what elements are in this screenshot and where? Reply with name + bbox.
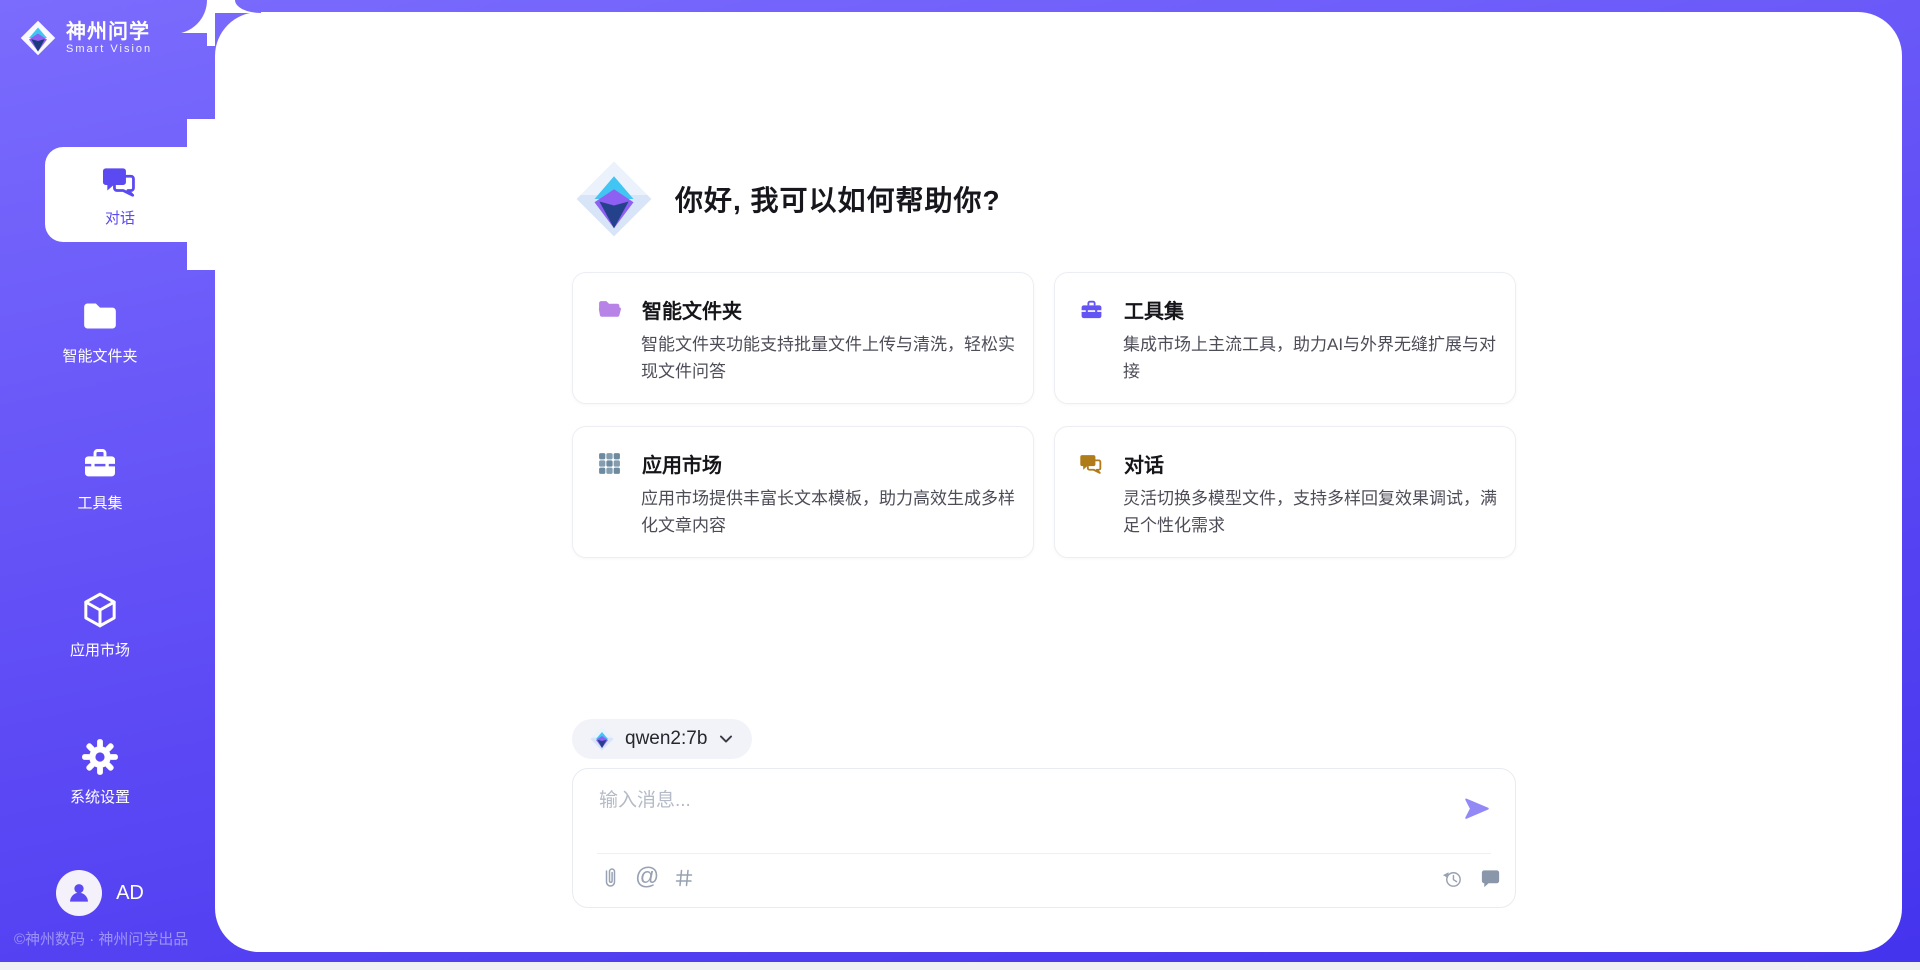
- divider: [597, 853, 1491, 854]
- sidebar-item-label: 智能文件夹: [0, 345, 200, 366]
- card-app-market[interactable]: 应用市场 应用市场提供丰富长文本模板，助力高效生成多样化文章内容: [572, 426, 1034, 558]
- hash-icon: [673, 867, 695, 889]
- chevron-down-icon: [718, 731, 734, 747]
- card-description: 智能文件夹功能支持批量文件上传与清洗，轻松实现文件问答: [641, 331, 1015, 385]
- toolbox-icon: [80, 443, 120, 483]
- gear-icon: [80, 737, 120, 777]
- sidebar-item-app-market[interactable]: 应用市场: [0, 590, 200, 660]
- model-gem-icon: [590, 727, 614, 751]
- user-initials: AD: [116, 882, 144, 905]
- sidebar-item-label: 系统设置: [0, 786, 200, 807]
- horizontal-scrollbar[interactable]: [0, 962, 1920, 970]
- sidebar-item-label: 工具集: [0, 492, 200, 513]
- card-title: 对话: [1124, 449, 1164, 478]
- app-subtitle: Smart Vision: [66, 43, 152, 55]
- toolbox-icon: [1079, 297, 1104, 322]
- cube-icon: [80, 590, 120, 630]
- history-icon: [1441, 867, 1464, 890]
- card-toolset[interactable]: 工具集 集成市场上主流工具，助力AI与外界无缝扩展与对接: [1054, 272, 1516, 404]
- footer-credit: ©神州数码 · 神州问学出品: [14, 928, 188, 949]
- sidebar-item-settings[interactable]: 系统设置: [0, 737, 200, 807]
- sidebar-item-chat[interactable]: 对话: [45, 147, 215, 242]
- history-button[interactable]: [1441, 867, 1464, 895]
- app-title: 神州问学: [66, 21, 152, 43]
- mention-icon: @: [635, 863, 659, 890]
- message-composer: @: [572, 768, 1516, 908]
- user-profile[interactable]: AD: [0, 870, 200, 916]
- folder-open-icon: [597, 297, 622, 322]
- card-title: 工具集: [1124, 295, 1184, 324]
- app-logo: 神州问学 Smart Vision: [20, 20, 152, 56]
- paperclip-icon: [599, 867, 621, 891]
- sidebar-item-label: 对话: [105, 207, 135, 228]
- card-title: 智能文件夹: [642, 295, 742, 324]
- card-description: 应用市场提供丰富长文本模板，助力高效生成多样化文章内容: [641, 485, 1015, 539]
- sidebar-item-toolset[interactable]: 工具集: [0, 443, 200, 513]
- grid-icon: [597, 451, 622, 476]
- card-description: 集成市场上主流工具，助力AI与外界无缝扩展与对接: [1123, 331, 1497, 385]
- card-chat[interactable]: 对话 灵活切换多模型文件，支持多样回复效果调试，满足个性化需求: [1054, 426, 1516, 558]
- chat-icon: [1079, 451, 1104, 476]
- send-icon: [1463, 795, 1491, 823]
- tab-curve: [187, 242, 215, 270]
- model-selector[interactable]: qwen2:7b: [572, 719, 752, 759]
- model-name: qwen2:7b: [625, 728, 707, 750]
- greeting-text: 你好, 我可以如何帮助你?: [675, 179, 1001, 219]
- chat-icon: [101, 162, 139, 200]
- card-description: 灵活切换多模型文件，支持多样回复效果调试，满足个性化需求: [1123, 485, 1497, 539]
- greeting-gem-icon: [575, 160, 653, 238]
- chat-bubble-icon: [1479, 867, 1502, 890]
- sidebar-item-smart-folder[interactable]: 智能文件夹: [0, 296, 200, 366]
- avatar: [56, 870, 102, 916]
- quick-chat-button[interactable]: [1479, 867, 1502, 895]
- tab-curve: [187, 119, 215, 147]
- sidebar: 神州问学 Smart Vision 对话 智能文件夹 工具集: [0, 0, 215, 970]
- send-button[interactable]: [1463, 795, 1491, 828]
- sidebar-item-label: 应用市场: [0, 639, 200, 660]
- card-smart-folder[interactable]: 智能文件夹 智能文件夹功能支持批量文件上传与清洗，轻松实现文件问答: [572, 272, 1034, 404]
- card-title: 应用市场: [642, 449, 722, 478]
- attach-button[interactable]: [599, 867, 621, 896]
- brand-gem-icon: [20, 20, 56, 56]
- folder-icon: [80, 296, 120, 336]
- person-icon: [66, 880, 92, 906]
- mention-button[interactable]: @: [635, 863, 659, 891]
- message-input[interactable]: [599, 785, 1439, 843]
- greeting: 你好, 我可以如何帮助你?: [575, 160, 1001, 238]
- hash-button[interactable]: [673, 867, 695, 894]
